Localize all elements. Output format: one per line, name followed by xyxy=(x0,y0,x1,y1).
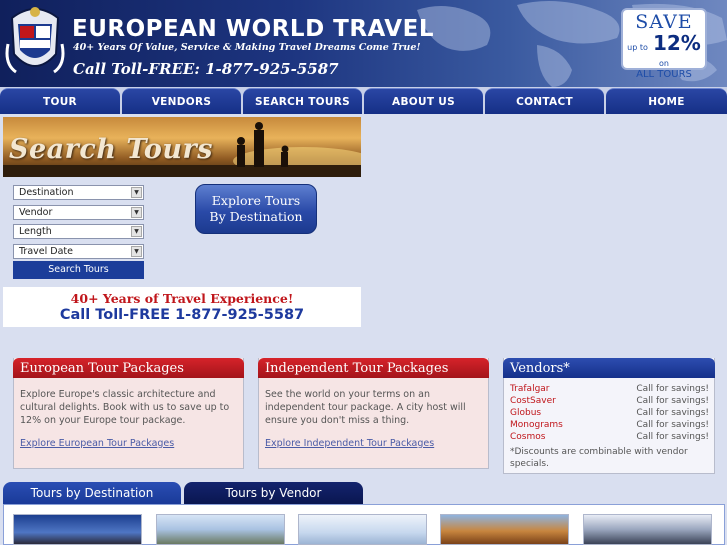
vendor-link-trafalgar[interactable]: Trafalgar xyxy=(510,383,550,395)
vendor-link-globus[interactable]: Globus xyxy=(510,407,541,419)
nav-about-us[interactable]: ABOUT US xyxy=(364,88,483,114)
experience-headline: 40+ Years of Travel Experience! xyxy=(70,291,294,306)
vendor-row: CostSaver Call for savings! xyxy=(510,395,709,407)
destination-thumbnail[interactable] xyxy=(583,514,712,545)
search-tours-heading: Search Tours xyxy=(9,134,213,165)
site-header: EUROPEAN WORLD TRAVEL 40+ Years Of Value… xyxy=(0,0,727,87)
independent-packages-title: Independent Tour Packages xyxy=(258,358,489,378)
vendors-box: Vendors* Trafalgar Call for savings! Cos… xyxy=(503,358,715,474)
main-nav: TOUR DESTINATIONS VENDORS SEARCH TOURS A… xyxy=(0,87,727,134)
badge-save-text: SAVE xyxy=(635,11,693,33)
vendor-savings: Call for savings! xyxy=(636,384,709,394)
european-packages-title: European Tour Packages xyxy=(13,358,244,378)
european-packages-link[interactable]: Explore European Tour Packages xyxy=(20,438,174,449)
destination-thumbnail[interactable] xyxy=(298,514,427,545)
chevron-down-icon[interactable]: ▼ xyxy=(131,187,142,198)
badge-on: on xyxy=(659,59,669,68)
vendor-row: Trafalgar Call for savings! xyxy=(510,383,709,395)
search-tours-button[interactable]: Search Tours xyxy=(13,261,144,279)
chevron-down-icon[interactable]: ▼ xyxy=(131,207,142,218)
destination-select[interactable]: Destination ▼ xyxy=(13,185,144,200)
vendor-savings: Call for savings! xyxy=(636,396,709,406)
badge-all-tours: ALL TOURS xyxy=(636,69,692,80)
european-packages-box: European Tour Packages Explore Europe's … xyxy=(13,358,244,469)
explore-button-line2: By Destination xyxy=(209,209,303,224)
vendor-row: Cosmos Call for savings! xyxy=(510,431,709,443)
independent-packages-text: See the world on your terms on an indepe… xyxy=(265,389,466,426)
length-select-value: Length xyxy=(19,226,52,237)
destination-select-value: Destination xyxy=(19,187,74,198)
vendor-savings: Call for savings! xyxy=(636,408,709,418)
vendor-savings: Call for savings! xyxy=(636,432,709,442)
nav-contact[interactable]: CONTACT xyxy=(485,88,604,114)
vendor-select[interactable]: Vendor ▼ xyxy=(13,205,144,220)
destination-thumbnail[interactable] xyxy=(440,514,569,545)
tab-tours-by-destination[interactable]: Tours by Destination xyxy=(3,482,181,504)
vendor-link-monograms[interactable]: Monograms xyxy=(510,419,563,431)
nav-vendors[interactable]: VENDORS xyxy=(122,88,241,114)
independent-packages-link[interactable]: Explore Independent Tour Packages xyxy=(265,438,434,449)
independent-packages-box: Independent Tour Packages See the world … xyxy=(258,358,489,469)
destination-thumbnail[interactable] xyxy=(13,514,142,545)
brand-tagline: 40+ Years Of Value, Service & Making Tra… xyxy=(73,42,421,53)
nav-home[interactable]: HOME xyxy=(606,88,727,114)
chevron-down-icon[interactable]: ▼ xyxy=(131,226,142,237)
badge-percent: 12% xyxy=(652,31,701,55)
vendors-footnote: *Discounts are combinable with vendor sp… xyxy=(510,447,688,469)
length-select[interactable]: Length ▼ xyxy=(13,224,144,239)
nav-search-tours[interactable]: SEARCH TOURS xyxy=(243,88,362,114)
vendor-select-value: Vendor xyxy=(19,207,53,218)
vendor-savings: Call for savings! xyxy=(636,420,709,430)
experience-phone[interactable]: Call Toll-FREE 1-877-925-5587 xyxy=(3,307,361,323)
brand-title[interactable]: EUROPEAN WORLD TRAVEL xyxy=(72,16,434,42)
badge-up-to: up to xyxy=(627,43,648,52)
experience-callout: 40+ Years of Travel Experience! Call Tol… xyxy=(3,287,361,327)
travel-date-select-value: Travel Date xyxy=(19,246,73,257)
explore-by-destination-button[interactable]: Explore Tours By Destination xyxy=(195,184,317,234)
save-badge[interactable]: SAVE up to 12% on ALL TOURS xyxy=(621,8,707,80)
vendor-link-cosmos[interactable]: Cosmos xyxy=(510,431,545,443)
vendor-row: Globus Call for savings! xyxy=(510,407,709,419)
search-tours-banner: Search Tours xyxy=(3,117,361,177)
destination-thumbnail[interactable] xyxy=(156,514,285,545)
badge-percent-line: up to 12% on xyxy=(623,33,705,69)
vendor-row: Monograms Call for savings! xyxy=(510,419,709,431)
header-tollfree-phone[interactable]: Call Toll-FREE: 1-877-925-5587 xyxy=(73,60,339,78)
nav-tour-destinations[interactable]: TOUR DESTINATIONS xyxy=(0,88,120,134)
chevron-down-icon[interactable]: ▼ xyxy=(131,246,142,257)
european-packages-text: Explore Europe's classic architecture an… xyxy=(20,389,230,426)
vendor-link-costsaver[interactable]: CostSaver xyxy=(510,395,556,407)
explore-button-line1: Explore Tours xyxy=(211,193,301,208)
travel-date-select[interactable]: Travel Date ▼ xyxy=(13,244,144,259)
vendors-title: Vendors* xyxy=(503,358,715,378)
tab-tours-by-vendor[interactable]: Tours by Vendor xyxy=(184,482,363,504)
crest-logo-icon[interactable] xyxy=(4,4,66,80)
